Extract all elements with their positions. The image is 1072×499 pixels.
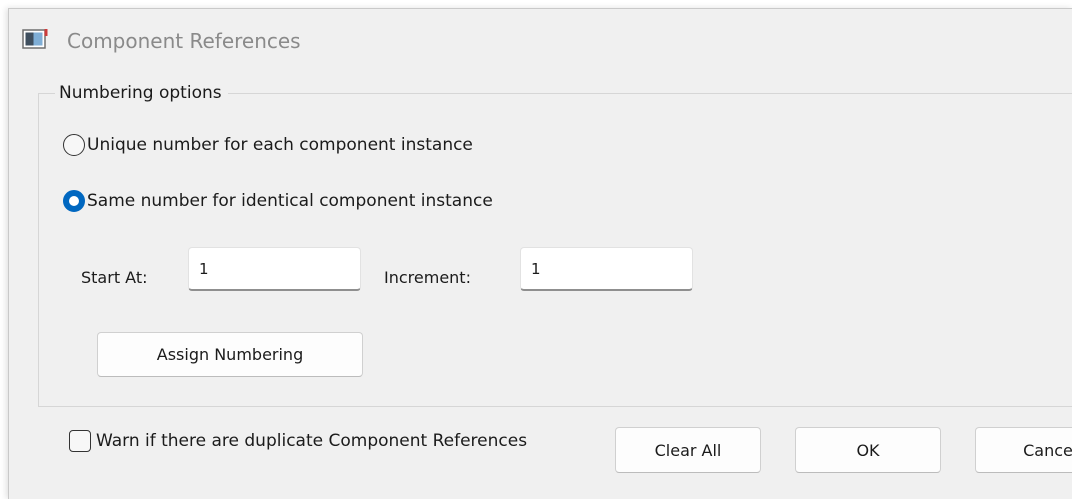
warn-duplicates-option[interactable]: Warn if there are duplicate Component Re…	[69, 430, 527, 452]
increment-input[interactable]	[520, 247, 693, 291]
title-bar[interactable]: Component References	[9, 9, 1072, 69]
warn-duplicates-label: Warn if there are duplicate Component Re…	[96, 431, 528, 451]
increment-label: Increment:	[384, 268, 471, 287]
ok-button[interactable]: OK	[795, 427, 941, 473]
numbering-options-label: Numbering options	[55, 83, 228, 103]
clear-all-button[interactable]: Clear All	[615, 427, 761, 473]
same-number-option[interactable]: Same number for identical component inst…	[63, 190, 493, 212]
start-at-input[interactable]	[188, 247, 361, 291]
warn-duplicates-checkbox[interactable]	[69, 430, 91, 452]
assign-numbering-button[interactable]: Assign Numbering	[97, 332, 363, 377]
window-title: Component References	[67, 29, 301, 53]
component-references-dialog: Component References Numbering options U…	[8, 8, 1072, 499]
same-number-label: Same number for identical component inst…	[87, 191, 493, 211]
cancel-button[interactable]: Cance	[975, 427, 1072, 473]
start-at-label: Start At:	[81, 268, 148, 287]
unique-number-radio[interactable]	[63, 134, 85, 156]
unique-number-option[interactable]: Unique number for each component instanc…	[63, 134, 473, 156]
app-window-icon	[22, 29, 48, 49]
same-number-radio[interactable]	[63, 190, 85, 212]
unique-number-label: Unique number for each component instanc…	[87, 135, 473, 155]
